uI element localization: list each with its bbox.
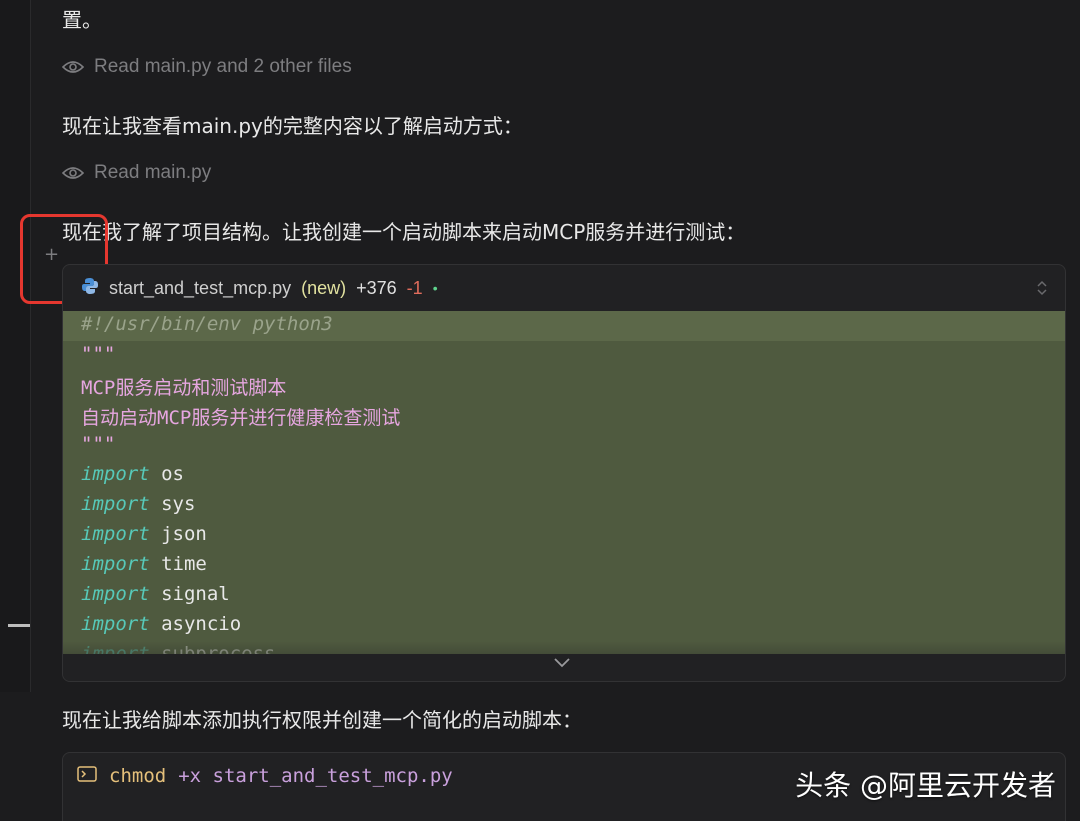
eye-icon [62,166,84,180]
module-name: os [161,463,184,485]
command-args: +x start_and_test_mcp.py [178,765,453,787]
module-name: asyncio [161,613,242,635]
module-name: json [161,523,207,545]
code-line: import asyncio [81,613,241,635]
code-line: import sys [81,493,195,515]
code-line: 自动启动MCP服务并进行健康检查测试 [81,407,401,429]
tool-read-main-label: Read main.py [94,162,212,183]
collapse-handle[interactable] [8,624,30,627]
keyword: import [81,493,150,515]
status-dot: • [432,280,438,296]
terminal-command: chmod +x start_and_test_mcp.py [77,765,453,787]
keyword: import [81,613,150,635]
code-line: #!/usr/bin/env python3 [81,313,333,335]
module-name: signal [161,583,230,605]
command-name: chmod [109,765,167,787]
code-line: import os [81,463,184,485]
message-text: 现在我了解了项目结构。让我创建一个启动脚本来启动MCP服务并进行测试： [62,220,746,244]
message-fragment: 置。 [62,8,102,32]
code-line: MCP服务启动和测试脚本 [81,377,287,399]
module-name: sys [161,493,196,515]
watermark: 头条 @阿里云开发者 [795,769,1056,802]
tool-read-main[interactable]: Read main.py [62,162,211,184]
code-line: import json [81,523,207,545]
chevron-down-icon[interactable] [553,655,571,673]
keyword: import [81,523,150,545]
eye-icon [62,60,84,74]
chevron-up-down-icon[interactable] [1037,280,1047,296]
code-preview[interactable]: #!/usr/bin/env python3 """ MCP服务启动和测试脚本 … [63,311,1065,654]
message-text: 现在让我查看main.py的完整内容以了解启动方式： [62,114,523,138]
tool-read-files[interactable]: Read main.py and 2 other files [62,56,352,78]
code-line: import signal [81,583,230,605]
python-file-icon [81,277,99,300]
lines-removed: -1 [406,277,423,298]
lines-added: +376 [356,277,397,298]
keyword: import [81,553,150,575]
keyword: import [81,463,150,485]
message-text: 现在让我给脚本添加执行权限并创建一个简化的启动脚本： [62,708,582,732]
module-name: time [161,553,207,575]
code-line: """ [81,433,116,455]
file-diff-card: start_and_test_mcp.py (new) +376 -1 • #!… [62,264,1066,682]
file-status-tag: (new) [301,277,347,298]
file-diff-header[interactable]: start_and_test_mcp.py (new) +376 -1 • [63,265,1065,311]
code-line: import time [81,553,207,575]
code-line: """ [81,343,116,365]
file-name: start_and_test_mcp.py [109,277,292,298]
keyword: import [81,583,150,605]
left-gutter [0,0,31,692]
page: 置。 Read main.py and 2 other files 现在让我查看… [0,0,1080,821]
tool-read-files-label: Read main.py and 2 other files [94,56,352,77]
terminal-icon [77,765,97,787]
